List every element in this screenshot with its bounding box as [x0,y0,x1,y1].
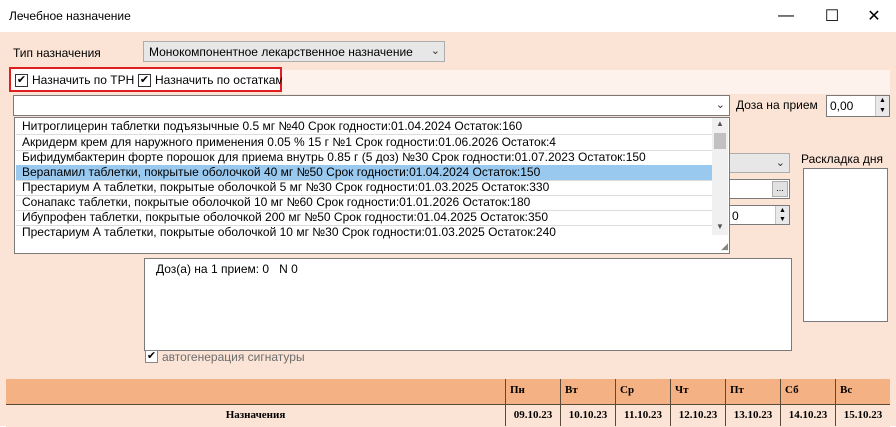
list-item[interactable]: Ибупрофен таблетки, покрытые оболочкой 2… [16,210,548,225]
list-item[interactable]: Престариум А таблетки, покрытые оболочко… [16,225,556,240]
schedule-grid: Назначения Пн Вт Ср Чт Пт Сб Вс 09.10.23… [6,379,890,427]
date-cell: 12.10.23 [671,404,726,426]
list-item[interactable]: Акридерм крем для наружного применения 0… [16,135,556,150]
partial-value: 0 [732,209,739,223]
list-item[interactable]: Нитроглицерин таблетки подъязычные 0.5 м… [16,119,522,134]
chevron-down-icon: ⌄ [715,99,725,111]
date-cell: 10.10.23 [561,404,616,426]
date-cell: 13.10.23 [726,404,781,426]
options-strip [282,70,890,94]
drug-dropdown-list[interactable]: Нитроглицерин таблетки подъязычные 0.5 м… [14,117,730,254]
dose-input[interactable]: 0,00 ▲ ▼ [826,95,890,117]
highlight-box: ✔ Назначить по ТРН ✔ Назначить по остатк… [9,67,284,92]
regimen-field[interactable]: ... [728,179,790,199]
autogen-checkbox[interactable]: ✔ [145,350,158,363]
close-icon: ✕ [867,8,881,25]
assign-trn-label: Назначить по ТРН [32,73,135,87]
list-item[interactable]: Сонапакс таблетки, покрытые оболочкой 10… [16,195,530,210]
spin-down-icon[interactable]: ▼ [775,215,789,224]
window-title: Лечебное назначение [9,9,131,23]
partial-stepper[interactable]: 0 ▲ ▼ [728,205,790,225]
minimize-icon: — [778,7,794,24]
date-cell: 15.10.23 [843,409,883,421]
day-header: Вс [840,384,853,396]
drug-combo[interactable]: ⌄ [13,95,730,116]
resize-grip-icon[interactable]: ◢ [721,241,728,252]
maximize-button[interactable]: ☐ [810,0,854,32]
date-cell: 14.10.23 [781,404,836,426]
assign-stock-checkbox[interactable]: ✔ [138,74,151,87]
date-cell: 11.10.23 [616,404,671,426]
list-item[interactable]: Престариум А таблетки, покрытые оболочко… [16,180,549,195]
minimize-button[interactable]: — [764,0,808,32]
day-header: Ср [616,379,671,404]
chevron-down-icon: ⌄ [430,45,440,57]
list-item-selected[interactable]: Верапамил таблетки, покрытые оболочкой 4… [16,165,712,180]
row-label: Назначения [6,404,506,426]
day-header: Пн [506,379,561,404]
scroll-thumb[interactable] [714,133,726,149]
spin-up-icon[interactable]: ▲ [875,96,889,106]
list-scrollbar[interactable]: ▲ ▼ [712,118,728,235]
date-cell: 09.10.23 [506,404,561,426]
type-label: Тип назначения [13,46,101,60]
day-layout-box[interactable] [803,168,888,322]
frequency-select[interactable]: ⌄ [728,153,790,173]
assign-stock-label: Назначить по остаткам [155,73,284,87]
list-item[interactable]: Бифидумбактерин форте порошок для приема… [16,150,646,165]
signature-text: Доз(а) на 1 прием: 0 N 0 [156,262,298,276]
assign-trn-checkbox[interactable]: ✔ [15,74,28,87]
day-header: Вт [561,379,616,404]
scroll-down-icon[interactable]: ▼ [712,222,728,234]
day-header: Чт [671,379,726,404]
title-bar: Лечебное назначение — ☐ ✕ [0,0,896,32]
close-button[interactable]: ✕ [852,0,896,32]
day-header: Сб [781,379,836,404]
dose-value: 0,00 [830,99,854,113]
maximize-icon: ☐ [824,8,840,25]
day-layout-label: Раскладка дня [801,152,883,166]
chevron-down-icon: ⌄ [775,157,785,169]
autogen-label: автогенерация сигнатуры [162,350,305,364]
spin-down-icon[interactable]: ▼ [875,106,889,116]
signature-textarea[interactable]: Доз(а) на 1 прием: 0 N 0 [144,258,792,351]
browse-button[interactable]: ... [772,181,788,197]
day-header: Пт [726,379,781,404]
type-select[interactable]: Монокомпонентное лекарственное назначени… [143,41,445,62]
spin-up-icon[interactable]: ▲ [775,206,789,215]
dose-label: Доза на прием [736,98,818,112]
scroll-up-icon[interactable]: ▲ [712,119,728,131]
type-select-value: Монокомпонентное лекарственное назначени… [149,45,413,59]
